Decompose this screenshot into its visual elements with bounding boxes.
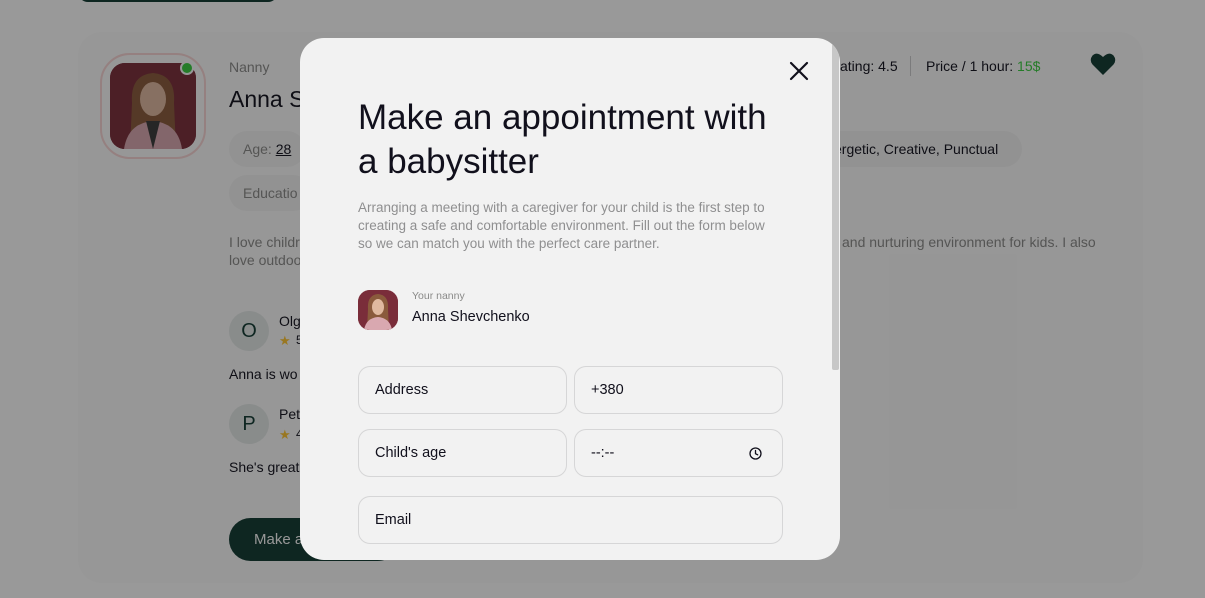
address-input[interactable]: Address <box>358 366 567 414</box>
time-value: --:-- <box>591 445 615 461</box>
child-age-input[interactable]: Child's age <box>358 429 567 477</box>
clock-icon[interactable] <box>749 447 762 460</box>
appointment-modal: Make an appointment with a babysitter Ar… <box>300 38 840 560</box>
meeting-time-input[interactable]: --:-- <box>574 429 783 477</box>
email-input[interactable]: Email <box>358 496 783 544</box>
nanny-name-label: Anna Shevchenko <box>412 309 530 325</box>
phone-input[interactable]: +380 <box>574 366 783 414</box>
nanny-caption: Your nanny <box>412 290 465 302</box>
modal-description: Arranging a meeting with a caregiver for… <box>358 200 765 251</box>
close-icon[interactable] <box>786 58 812 84</box>
modal-title: Make an appointment with a babysitter <box>358 98 767 181</box>
scrollbar[interactable] <box>832 44 839 370</box>
nanny-avatar <box>358 290 398 330</box>
